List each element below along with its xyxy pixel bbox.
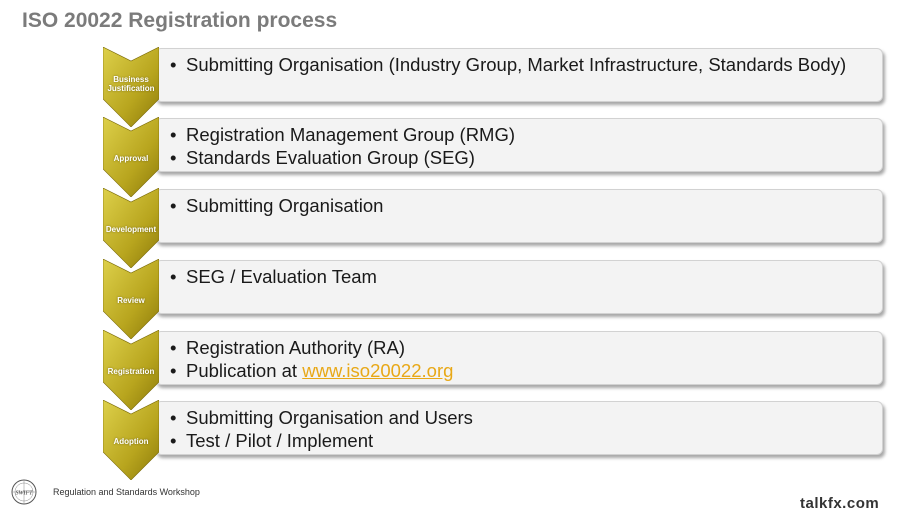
step-item: • Standards Evaluation Group (SEG) (170, 147, 475, 168)
svg-text:SWIFT: SWIFT (16, 491, 34, 497)
step-description-box: • SEG / Evaluation Team (155, 260, 883, 314)
chevron-label: Approval (113, 154, 149, 163)
step-item: • Publication at www.iso20022.org (170, 360, 454, 381)
chevron-label: Business Justification (107, 75, 155, 93)
chevron-label: Development (105, 225, 157, 234)
step-description-box: • Registration Management Group (RMG) • St… (155, 118, 883, 172)
step-item: • Registration Authority (RA) (170, 337, 406, 358)
chevron-label: Registration (107, 367, 155, 376)
process-step-development: • Submitting Organisation Development (103, 188, 888, 268)
watermark: talkfx.com (800, 495, 880, 512)
bullet: • (170, 54, 177, 75)
step-item: • SEG / Evaluation Team (170, 266, 377, 287)
step-item: • Registration Management Group (RMG) (170, 124, 516, 145)
step-item: • Submitting Organisation (Industry Group… (170, 54, 847, 75)
chevron-label: Review (117, 296, 145, 305)
process-step-adoption: • Submitting Organisation and Users • Test… (103, 400, 888, 480)
step-description-box: • Submitting Organisation and Users • Test… (155, 401, 883, 455)
process-step-review: • SEG / Evaluation Team Review (103, 259, 888, 339)
process-step-business-justification: • Submitting Organisation (Industry Group… (103, 47, 888, 127)
swift-logo-icon: SWIFT (11, 479, 37, 505)
chevron-label: Adoption (113, 437, 149, 446)
step-description-box: • Submitting Organisation (155, 189, 883, 243)
footer-text: Regulation and Standards Workshop (53, 487, 200, 497)
process-step-approval: • Registration Management Group (RMG) • St… (103, 117, 888, 197)
iso20022-link[interactable]: www.iso20022.org (302, 360, 453, 381)
step-item: • Submitting Organisation (170, 195, 384, 216)
step-description-box: • Submitting Organisation (Industry Group… (155, 48, 883, 102)
step-item: • Submitting Organisation and Users (170, 407, 473, 428)
process-step-registration: • Registration Authority (RA) • Publicatio… (103, 330, 888, 410)
page-title: ISO 20022 Registration process (22, 9, 338, 32)
step-description-box: • Registration Authority (RA) • Publicatio… (155, 331, 883, 385)
step-item: • Test / Pilot / Implement (170, 430, 374, 451)
